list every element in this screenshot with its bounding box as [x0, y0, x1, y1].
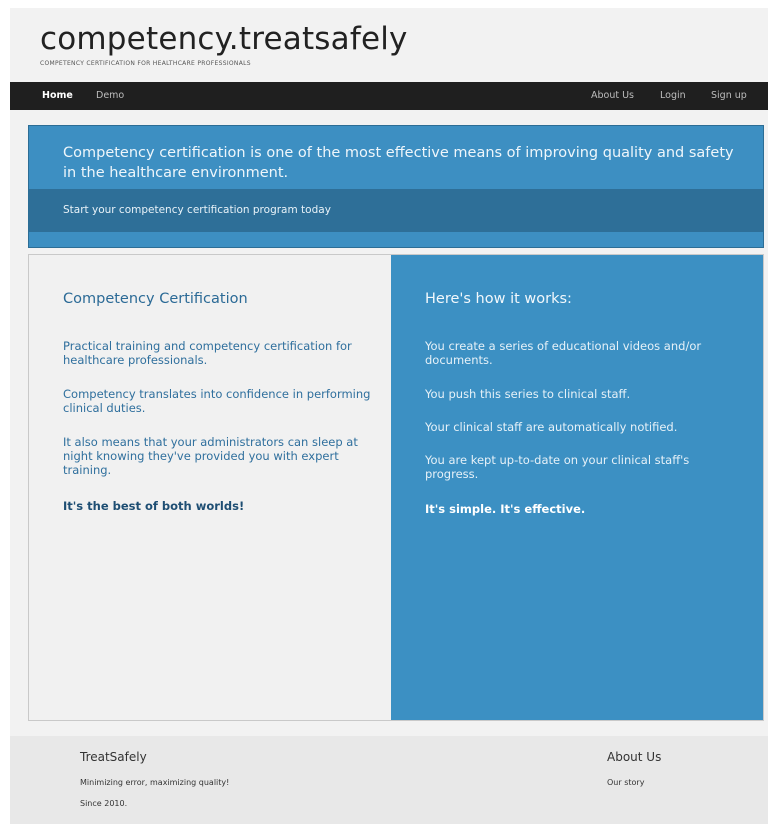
site-title[interactable]: competency.treatsafely: [40, 20, 408, 58]
site-header: competency.treatsafely COMPETENCY CERTIF…: [40, 20, 408, 67]
left-paragraph: It also means that your administrators c…: [63, 435, 358, 477]
footer-brand-title: TreatSafely: [80, 750, 147, 764]
nav-home[interactable]: Home: [42, 82, 73, 110]
right-paragraph: You push this series to clinical staff.: [425, 387, 631, 401]
content-panels: Competency Certification Practical train…: [28, 254, 764, 721]
nav-about-us[interactable]: About Us: [591, 82, 634, 110]
top-navbar: Home Demo About Us Login Sign up: [10, 82, 768, 110]
right-paragraph: Your clinical staff are automatically no…: [425, 420, 678, 434]
nav-login[interactable]: Login: [660, 82, 686, 110]
right-paragraph: You are kept up-to-date on your clinical…: [425, 453, 690, 481]
nav-sign-up[interactable]: Sign up: [711, 82, 747, 110]
page: competency.treatsafely COMPETENCY CERTIF…: [10, 8, 768, 824]
right-panel: Here's how it works: You create a series…: [391, 255, 763, 720]
footer-since: Since 2010.: [80, 799, 128, 808]
nav-demo[interactable]: Demo: [96, 82, 124, 110]
hero-title: Competency certification is one of the m…: [63, 145, 734, 181]
left-closing: It's the best of both worlds!: [63, 499, 245, 513]
footer-about-title: About Us: [607, 750, 662, 764]
left-paragraph: Competency translates into confidence in…: [63, 387, 371, 415]
left-panel-title: Competency Certification: [63, 291, 248, 307]
right-paragraph: You create a series of educational video…: [425, 339, 702, 367]
right-closing: It's simple. It's effective.: [425, 502, 586, 516]
left-paragraph: Practical training and competency certif…: [63, 339, 352, 367]
right-panel-title: Here's how it works:: [425, 291, 572, 307]
left-panel: Competency Certification Practical train…: [29, 255, 391, 720]
hero-cta-band: Start your competency certification prog…: [29, 189, 763, 232]
footer-our-story-link[interactable]: Our story: [607, 778, 644, 787]
site-tagline: COMPETENCY CERTIFICATION FOR HEALTHCARE …: [40, 60, 251, 67]
hero-cta-link[interactable]: Start your competency certification prog…: [63, 189, 331, 232]
hero-banner: Competency certification is one of the m…: [28, 125, 764, 248]
footer: TreatSafely Minimizing error, maximizing…: [10, 736, 768, 824]
footer-slogan: Minimizing error, maximizing quality!: [80, 778, 230, 787]
